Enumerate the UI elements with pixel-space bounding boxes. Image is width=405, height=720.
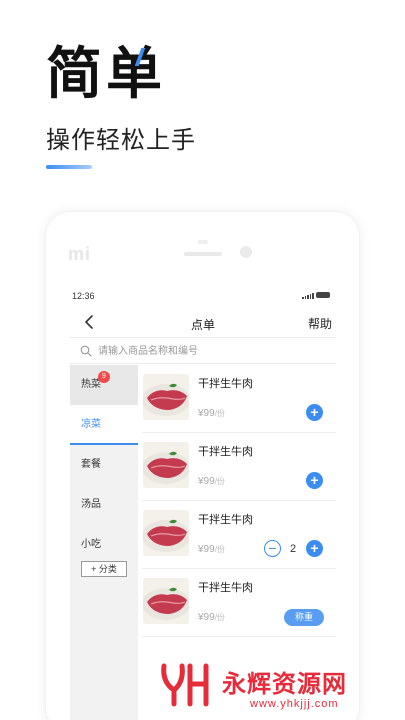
quantity-value: 2 [289, 543, 297, 555]
add-to-order-button[interactable]: + [306, 404, 323, 421]
dish-unit: /份 [214, 409, 225, 418]
phone-sensor [198, 240, 208, 244]
dish-name: 干拌生牛肉 [198, 378, 253, 390]
dish-image [143, 578, 189, 624]
dish-unit: /份 [214, 613, 225, 622]
search-icon [80, 345, 92, 357]
phone-camera [240, 246, 252, 258]
dish-list: 干拌生牛肉 ¥99/份 + 干拌生牛肉 ¥99/份 + 干拌生牛肉 ¥99/份 … [142, 365, 336, 637]
sidebar-item-label: 热菜 [81, 379, 101, 390]
dish-item[interactable]: 干拌生牛肉 ¥99/份 + [142, 433, 336, 501]
dish-price: ¥99/份 [198, 408, 225, 419]
sidebar-item-snacks[interactable]: 小吃 [70, 525, 138, 565]
app-screen: 12:36 点单 帮助 热菜 9 凉 [70, 288, 336, 720]
category-sidebar: 热菜 9 凉菜 套餐 汤品 小吃 + 分类 [70, 365, 138, 720]
dish-name: 干拌生牛肉 [198, 514, 253, 526]
sidebar-item-label: 凉菜 [81, 419, 101, 430]
watermark-logo-icon [161, 663, 209, 707]
watermark-text: 永辉资源网 [222, 671, 347, 698]
phone-speaker [184, 252, 222, 256]
hero-underline [46, 165, 92, 169]
page-title: 点单 [190, 318, 215, 332]
battery-icon [316, 292, 330, 298]
dish-image [143, 374, 189, 420]
dish-name: 干拌生牛肉 [198, 582, 253, 594]
count-badge: 9 [98, 371, 110, 383]
search-input[interactable] [98, 343, 318, 359]
sidebar-item-soups[interactable]: 汤品 [70, 485, 138, 525]
phone-brand-logo: mi [68, 244, 92, 264]
hero-subtitle: 操作轻松上手 [46, 127, 196, 154]
increase-quantity-button[interactable]: + [306, 540, 323, 557]
sidebar-item-label: 汤品 [81, 499, 101, 510]
signal-icon [302, 293, 314, 299]
dish-image [143, 442, 189, 488]
decrease-quantity-button[interactable]: − [264, 540, 281, 557]
sidebar-item-cold-dishes[interactable]: 凉菜 [70, 405, 138, 445]
dish-price: ¥99/份 [198, 544, 225, 555]
dish-item[interactable]: 干拌生牛肉 ¥99/份 + [142, 365, 336, 433]
dish-unit: /份 [214, 477, 225, 486]
phone-frame: mi 12:36 点单 帮助 热菜 [46, 212, 359, 720]
hero-title: 简单 [46, 42, 166, 105]
dish-item[interactable]: 干拌生牛肉 ¥99/份 − 2 + [142, 501, 336, 569]
dish-unit: /份 [214, 545, 225, 554]
add-category-button[interactable]: + 分类 [81, 561, 127, 577]
watermark-url: www.yhkjjj.com [250, 698, 339, 710]
sidebar-item-set-meals[interactable]: 套餐 [70, 445, 138, 485]
dish-name: 干拌生牛肉 [198, 446, 253, 458]
weigh-button[interactable]: 称重 [284, 609, 324, 626]
sidebar-item-hot-dishes[interactable]: 热菜 9 [70, 365, 138, 405]
add-to-order-button[interactable]: + [306, 472, 323, 489]
sidebar-item-label: 小吃 [81, 539, 101, 550]
dish-image [143, 510, 189, 556]
search-bar [70, 338, 336, 364]
status-bar: 12:36 [70, 288, 336, 308]
dish-price: ¥99/份 [198, 476, 225, 487]
sidebar-item-label: 套餐 [81, 459, 101, 470]
status-time: 12:36 [72, 291, 95, 301]
dish-price: ¥99/份 [198, 612, 225, 623]
help-button[interactable]: 帮助 [308, 315, 332, 332]
dish-item[interactable]: 干拌生牛肉 ¥99/份 称重 [142, 569, 336, 637]
nav-bar: 点单 帮助 [70, 308, 336, 338]
